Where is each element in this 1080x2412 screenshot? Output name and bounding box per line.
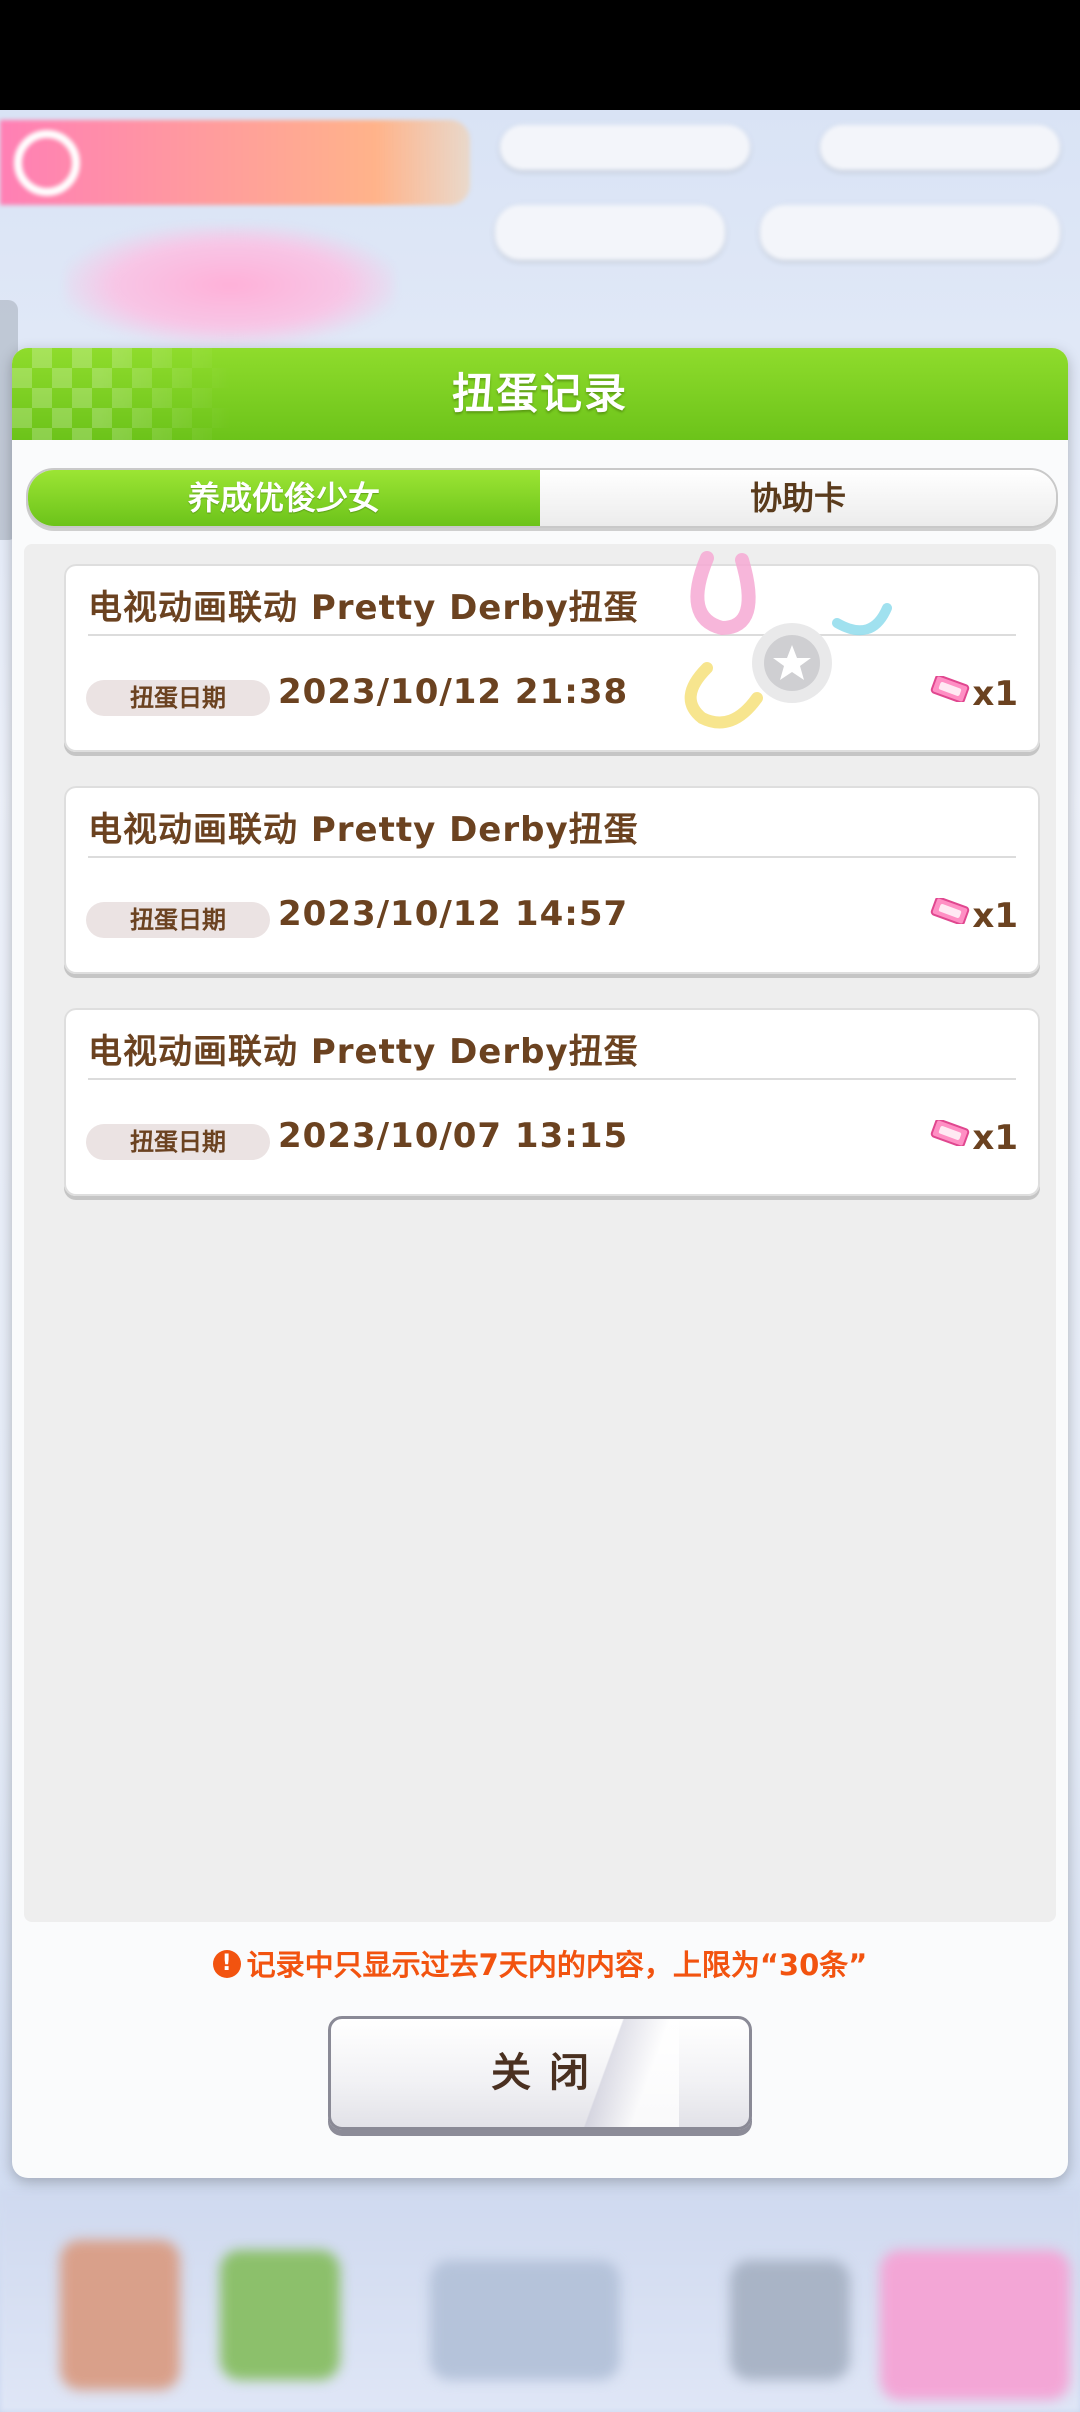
- record-limit-notice: ! 记录中只显示过去7天内的内容，上限为“30条”: [12, 1942, 1068, 1984]
- record-title: 电视动画联动 Pretty Derby扭蛋: [88, 810, 639, 850]
- divider: [88, 856, 1016, 858]
- background-icon: [730, 2260, 850, 2380]
- warning-icon: !: [212, 1950, 241, 1978]
- record-title: 电视动画联动 Pretty Derby扭蛋: [88, 588, 639, 628]
- close-button-label: 关闭: [491, 2050, 607, 2096]
- record-title: 电视动画联动 Pretty Derby扭蛋: [88, 1032, 639, 1072]
- tab-umamusume[interactable]: 养成优俊少女: [28, 470, 540, 526]
- tab-bar: 养成优俊少女 协助卡: [26, 468, 1058, 528]
- close-button[interactable]: 关闭: [328, 2016, 752, 2130]
- date-label-badge: 扭蛋日期: [86, 1124, 270, 1160]
- record-date: 2023/10/07 13:15: [278, 1116, 629, 1156]
- ticket-icon: [930, 676, 970, 702]
- ticket-icon: [930, 898, 970, 924]
- ticket-icon: [930, 1120, 970, 1146]
- record-date: 2023/10/12 21:38: [278, 672, 629, 712]
- date-label-badge: 扭蛋日期: [86, 680, 270, 716]
- record-quantity: x1: [972, 1118, 1018, 1158]
- background-back-icon: [14, 130, 80, 196]
- record-card: 电视动画联动 Pretty Derby扭蛋 扭蛋日期 2023/10/12 14…: [64, 786, 1040, 974]
- divider: [88, 1078, 1016, 1080]
- record-quantity: x1: [972, 674, 1018, 714]
- tab-support-card[interactable]: 协助卡: [540, 470, 1056, 526]
- background-icon: [880, 2250, 1070, 2400]
- dialog-title: 扭蛋记录: [451, 369, 628, 418]
- horseshoe-decoration-icon: [684, 551, 892, 729]
- background-character: [60, 2240, 180, 2390]
- date-label-badge: 扭蛋日期: [86, 902, 270, 938]
- status-bar: [0, 0, 1080, 110]
- background-logo: [65, 225, 395, 345]
- background-player-pill: [820, 125, 1060, 170]
- background-button: [495, 205, 725, 260]
- record-list[interactable]: 电视动画联动 Pretty Derby扭蛋 扭蛋日期 2023/10/12 21…: [24, 544, 1056, 1922]
- background-building: [430, 2260, 620, 2380]
- record-quantity: x1: [972, 896, 1018, 936]
- record-date: 2023/10/12 14:57: [278, 894, 629, 934]
- background-button: [760, 205, 1060, 260]
- background-player-pill: [500, 125, 750, 170]
- dialog-header: 扭蛋记录: [12, 348, 1068, 440]
- gacha-history-dialog: 扭蛋记录 养成优俊少女 协助卡 电视动画联动 Pretty Derby扭蛋 扭蛋…: [12, 348, 1068, 2178]
- record-card: 电视动画联动 Pretty Derby扭蛋 扭蛋日期 2023/10/07 13…: [64, 1008, 1040, 1196]
- notice-text: 记录中只显示过去7天内的内容，上限为“30条”: [246, 1948, 868, 1982]
- background-icon: [220, 2250, 340, 2380]
